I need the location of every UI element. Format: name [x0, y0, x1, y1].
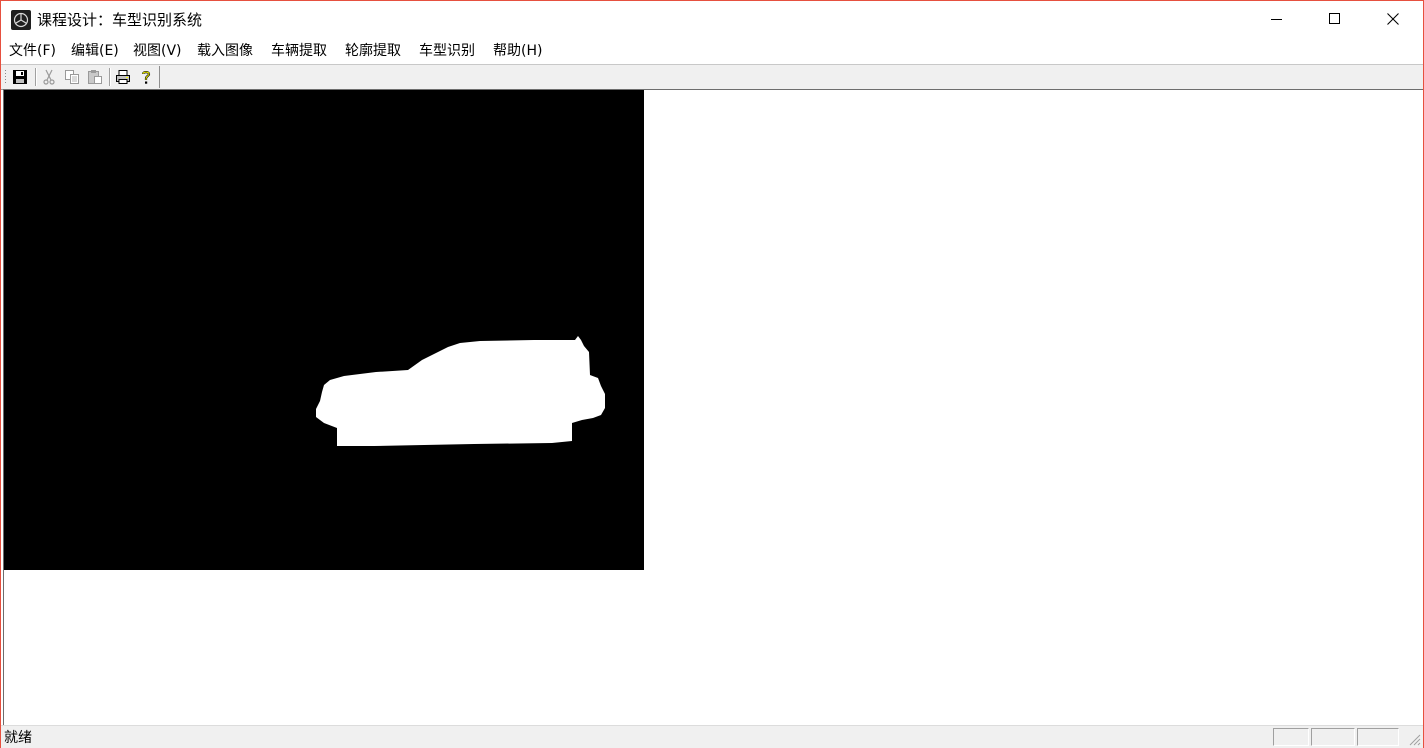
toolbar-separator [35, 68, 36, 86]
resize-grip-icon[interactable] [1407, 732, 1421, 746]
client-area[interactable] [3, 89, 1423, 725]
close-icon [1387, 13, 1399, 25]
toolbar [1, 64, 1423, 90]
paste-icon [88, 70, 102, 84]
copy-icon [65, 70, 79, 84]
status-pane-scrl [1357, 728, 1399, 746]
minimize-button[interactable] [1248, 1, 1306, 37]
save-button[interactable] [10, 67, 30, 87]
maximize-button[interactable] [1306, 1, 1364, 37]
menu-vehicle-extract[interactable]: 车辆提取 [271, 42, 327, 61]
minimize-icon [1271, 19, 1282, 20]
toolbar-grip[interactable] [4, 69, 7, 85]
close-button[interactable] [1364, 1, 1422, 37]
status-bar: 就绪 [1, 725, 1423, 748]
menu-vehicle-type-recognition[interactable]: 车型识别 [419, 42, 475, 61]
menu-view[interactable]: 视图(V) [133, 42, 182, 61]
print-button[interactable] [113, 67, 133, 87]
paste-button[interactable] [85, 67, 105, 87]
menu-file[interactable]: 文件(F) [9, 42, 56, 61]
status-text: 就绪 [4, 730, 32, 746]
toolbar-end-divider [159, 66, 160, 88]
maximize-icon [1329, 13, 1340, 24]
print-icon [116, 70, 130, 84]
save-icon [13, 70, 27, 84]
menu-edit[interactable]: 编辑(E) [71, 42, 119, 61]
window-title: 课程设计：车型识别系统 [37, 11, 203, 29]
copy-button[interactable] [62, 67, 82, 87]
image-view[interactable] [4, 90, 644, 570]
help-button[interactable] [136, 67, 156, 87]
menu-help[interactable]: 帮助(H) [493, 42, 542, 61]
title-bar[interactable]: 课程设计：车型识别系统 [1, 1, 1423, 37]
vehicle-mask-image [4, 90, 644, 570]
cut-button[interactable] [39, 67, 59, 87]
menu-bar: 文件(F) 编辑(E) 视图(V) 载入图像 车辆提取 轮廓提取 车型识别 帮助… [1, 39, 1423, 63]
toolbar-separator [109, 68, 110, 86]
app-window: 课程设计：车型识别系统 文件(F) 编辑(E) 视图(V) 载入图像 车辆提取 … [0, 0, 1424, 748]
cut-icon [43, 69, 55, 85]
menu-load-image[interactable]: 载入图像 [197, 42, 253, 61]
mercedes-logo-icon[interactable] [11, 10, 31, 30]
menu-contour-extract[interactable]: 轮廓提取 [345, 42, 401, 61]
status-pane-cap [1273, 728, 1309, 746]
status-pane-num [1311, 728, 1355, 746]
help-icon [141, 71, 151, 84]
